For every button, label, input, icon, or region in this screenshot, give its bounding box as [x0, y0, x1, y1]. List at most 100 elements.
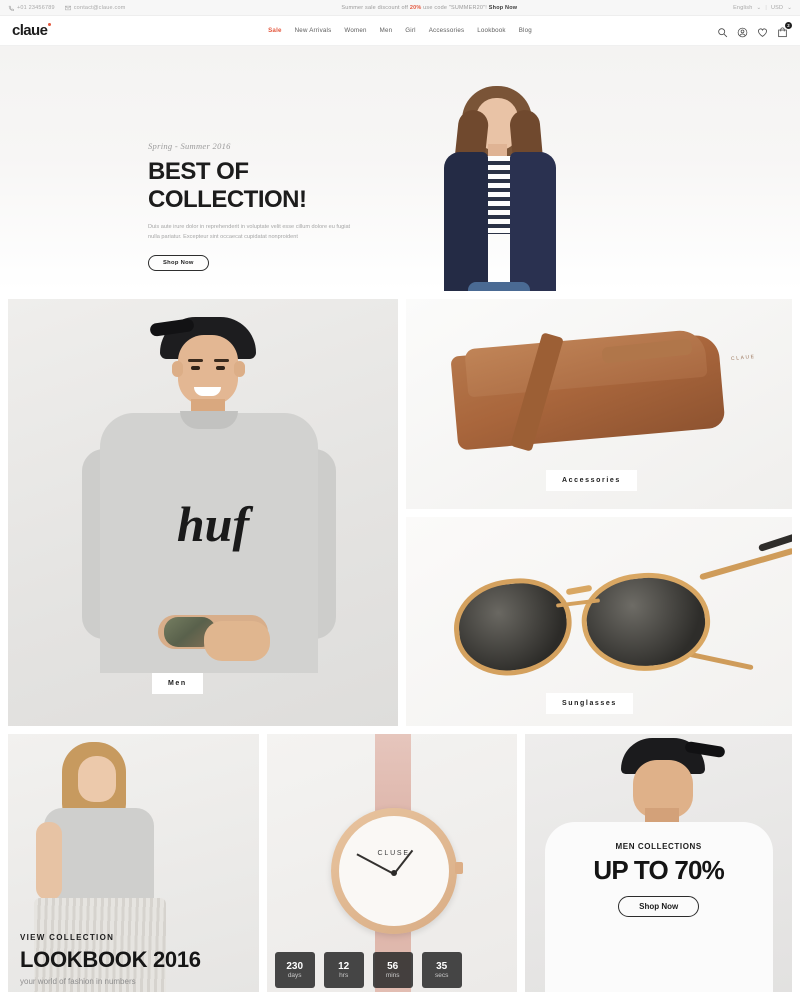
men-collar: [180, 411, 238, 429]
countdown-days-label: days: [287, 971, 302, 979]
model-jeans: [468, 282, 530, 291]
language-selector[interactable]: English: [733, 5, 752, 11]
hero-eyebrow: Spring - Summer 2016: [148, 141, 231, 151]
countdown-days-value: 230: [286, 960, 304, 972]
locale-separator: |: [765, 4, 767, 11]
wishlist-icon[interactable]: [757, 25, 768, 37]
promo-shop-now-link[interactable]: Shop Now: [489, 5, 518, 11]
nav-item-new-arrivals[interactable]: New Arrivals: [295, 27, 332, 34]
countdown-days: 230 days: [274, 952, 315, 988]
men-hands: [204, 621, 270, 661]
phone-number: +01 23456789: [17, 4, 55, 11]
sunglasses-bridge: [565, 584, 593, 596]
header-actions: 2: [717, 22, 792, 38]
logo-dot-icon: [48, 23, 52, 26]
countdown-seconds-value: 35: [436, 960, 448, 972]
lookbook-title: LOOKBOOK 2016: [20, 947, 201, 972]
account-icon[interactable]: [737, 25, 748, 38]
contact-info: +01 23456789 contact@claue.com: [8, 5, 126, 11]
countdown-minutes-value: 56: [387, 960, 399, 972]
phone-icon: [8, 5, 14, 11]
countdown-hours-label: hrs: [339, 971, 349, 979]
sunglasses-lens-left: [449, 573, 577, 681]
model-cardigan-left: [444, 152, 488, 291]
lookbook-model-face: [78, 756, 116, 802]
currency-caret-icon: ⌄: [787, 4, 792, 11]
logo[interactable]: claue: [12, 22, 52, 39]
sunglasses-lens-right: [577, 566, 715, 678]
nav-item-girl[interactable]: Girl: [405, 27, 415, 34]
site-header: claue Sale New Arrivals Women Men Girl A…: [0, 16, 800, 46]
watch-crown: [454, 862, 463, 874]
email-address: contact@claue.com: [73, 4, 126, 11]
locale-switchers: English ⌄ | USD ⌄: [733, 5, 792, 11]
men-ear-right: [234, 361, 245, 377]
countdown-minutes: 56 mins: [372, 952, 413, 988]
language-caret-icon: ⌄: [756, 4, 762, 11]
cart-count-badge: 2: [785, 22, 792, 29]
lookbook-card[interactable]: VIEW COLLECTION LOOKBOOK 2016 your world…: [8, 734, 259, 992]
category-card-sunglasses[interactable]: Sunglasses: [406, 517, 792, 726]
phone-contact[interactable]: +01 23456789: [8, 5, 55, 11]
men-graphic-text: huf: [176, 496, 250, 552]
watch-center-pin: [390, 870, 397, 876]
currency-selector[interactable]: USD: [771, 5, 783, 11]
hero-title: BEST OF COLLECTION!: [148, 158, 307, 213]
promo-eyebrow: MEN COLLECTIONS: [615, 842, 702, 851]
promo-card-men-collections[interactable]: MEN COLLECTIONS UP TO 70% Shop Now: [525, 734, 792, 992]
cart-icon[interactable]: 2: [777, 22, 792, 38]
countdown-hours: 12 hrs: [323, 952, 364, 988]
category-label-men[interactable]: Men: [152, 673, 203, 694]
promo-percent: 20%: [409, 4, 422, 11]
promo-prefix: Summer sale discount off: [341, 4, 409, 11]
hero-model-image: [410, 86, 605, 291]
hero-banner: Spring - Summer 2016 BEST OF COLLECTION!…: [0, 46, 800, 291]
category-label-accessories[interactable]: Accessories: [546, 470, 637, 491]
nav-item-lookbook[interactable]: Lookbook: [477, 27, 505, 34]
nav-item-sale[interactable]: Sale: [268, 27, 282, 34]
lookbook-subtitle: your world of fashion in numbers: [20, 977, 136, 986]
countdown-hours-value: 12: [338, 960, 350, 972]
countdown-minutes-label: mins: [385, 971, 400, 979]
wallet-emboss-text: CLAUE: [731, 353, 757, 363]
promo-message: Summer sale discount off 20% use code "S…: [126, 5, 734, 11]
nav-item-accessories[interactable]: Accessories: [429, 27, 465, 34]
men-brow-left: [188, 359, 203, 362]
model-cardigan-right: [510, 152, 556, 291]
logo-text: claue: [12, 22, 48, 39]
men-eye-right: [216, 366, 225, 370]
lookbook-eyebrow: VIEW COLLECTION: [20, 933, 115, 942]
promo-title: UP TO 70%: [593, 855, 724, 885]
announcement-bar: +01 23456789 contact@claue.com Summer sa…: [0, 0, 800, 16]
lookbook-model-arm: [36, 822, 62, 900]
countdown-seconds: 35 secs: [421, 952, 462, 988]
homepage: +01 23456789 contact@claue.com Summer sa…: [0, 0, 800, 1000]
category-card-accessories[interactable]: CLAUE Accessories: [406, 299, 792, 509]
men-brow-right: [214, 359, 229, 362]
men-eye-left: [191, 366, 200, 370]
sunglasses-temple: [699, 547, 792, 581]
countdown-seconds-label: secs: [435, 971, 449, 979]
men-ear-left: [172, 361, 183, 377]
watch-countdown-card[interactable]: CLUSE 230 days 12 hrs 56 mins 35 secs: [266, 734, 518, 992]
category-grid: huf Men CLAUE Accessories Sunglasses: [0, 291, 800, 726]
category-card-men[interactable]: huf Men: [8, 299, 398, 726]
nav-item-blog[interactable]: Blog: [519, 27, 532, 34]
feature-row: VIEW COLLECTION LOOKBOOK 2016 your world…: [0, 726, 800, 992]
hero-shop-now-button[interactable]: Shop Now: [148, 254, 209, 271]
email-contact[interactable]: contact@claue.com: [64, 4, 126, 11]
countdown-timer: 230 days 12 hrs 56 mins 35 secs: [274, 952, 462, 988]
lookbook-copy: VIEW COLLECTION LOOKBOOK 2016 your world…: [20, 933, 254, 986]
nav-item-women[interactable]: Women: [344, 27, 366, 34]
promo-copy: MEN COLLECTIONS UP TO 70% Shop Now: [525, 842, 792, 917]
nav-item-men[interactable]: Men: [380, 27, 393, 34]
hero-description: Duis aute irure dolor in reprehenderit i…: [148, 224, 351, 241]
category-label-sunglasses[interactable]: Sunglasses: [546, 693, 633, 714]
envelope-icon: [64, 5, 71, 10]
watch-brand-text: CLUSE: [377, 850, 410, 857]
main-navigation: Sale New Arrivals Women Men Girl Accesso…: [268, 27, 532, 34]
promo-shop-now-button[interactable]: Shop Now: [618, 896, 700, 917]
hero-copy: Spring - Summer 2016 BEST OF COLLECTION!…: [148, 141, 408, 271]
promo-code-text: use code "SUMMER20"!: [423, 4, 488, 11]
search-icon[interactable]: [717, 25, 728, 38]
